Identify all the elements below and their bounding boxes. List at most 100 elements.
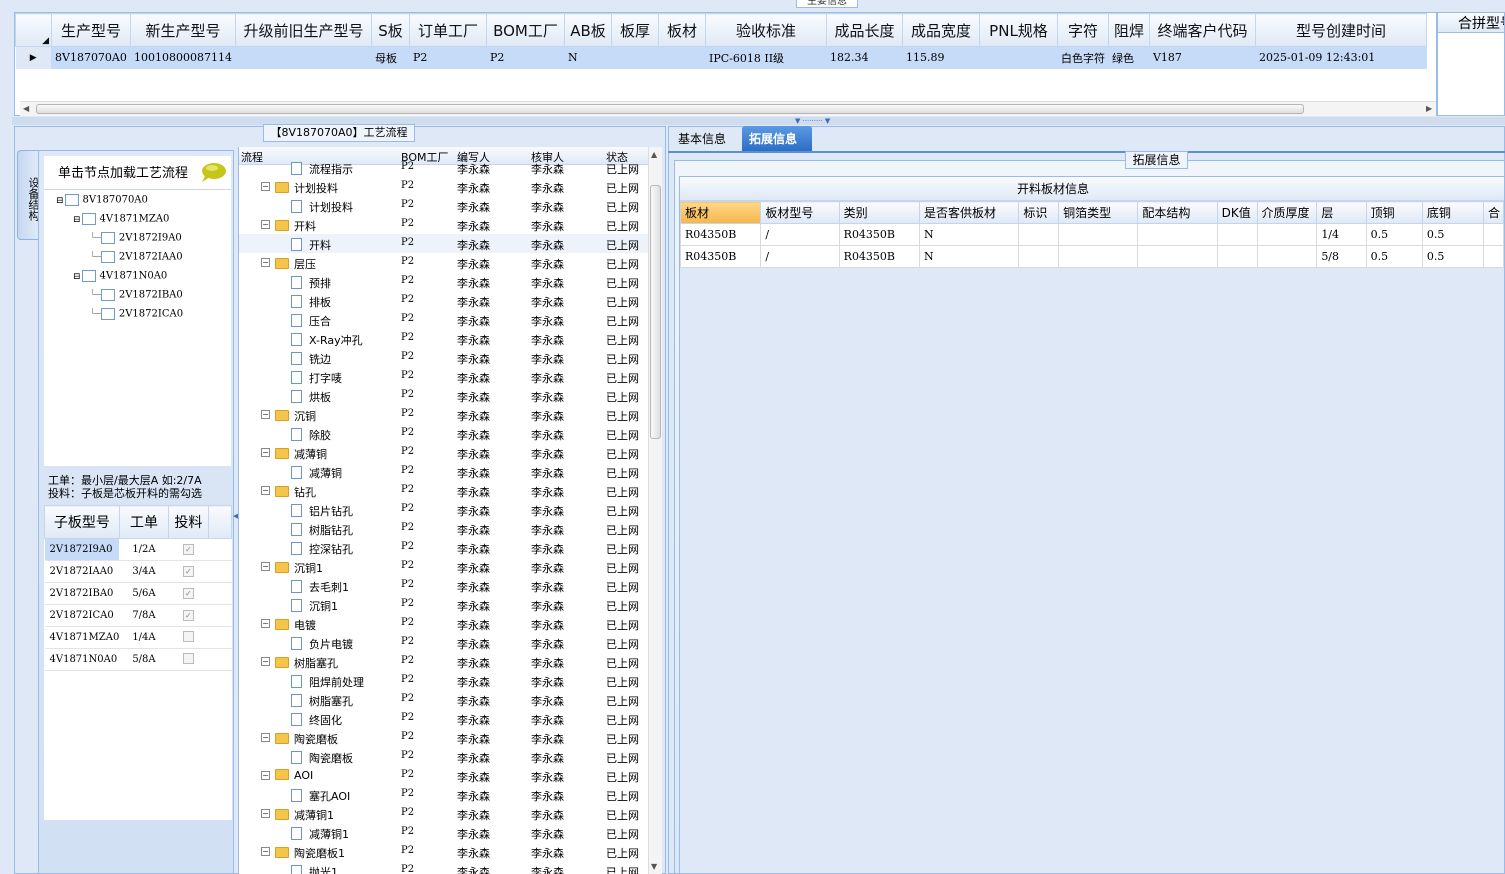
col-header-10[interactable]: 成品长度 — [825, 13, 903, 47]
list-item[interactable]: 打字唛 P2 李永森 李永森 已上网 — [239, 367, 649, 386]
expand-icon[interactable]: − — [261, 410, 270, 419]
child-feed[interactable]: ✓ — [168, 582, 209, 605]
panel-splitter[interactable]: ▼ ········· ▼ — [12, 117, 1505, 125]
tree-expander-icon[interactable]: ⊟ — [73, 215, 81, 225]
table-row[interactable]: 2V1872I9A0 1/2A ✓ — [44, 538, 232, 561]
tree-node[interactable]: └─ 2V1872IAA0 — [90, 251, 183, 263]
tree-node-checkbox[interactable] — [64, 194, 79, 206]
col-header-7[interactable]: 板厚 — [610, 13, 659, 47]
col-header-5[interactable]: BOM工厂 — [485, 13, 565, 47]
list-item[interactable]: 树脂塞孔 P2 李永森 李永森 已上网 — [239, 690, 649, 709]
cell-5[interactable]: P2 — [486, 46, 565, 69]
material-col-3[interactable]: 是否客供板材 — [918, 201, 1020, 224]
list-item[interactable]: 负片电镀 P2 李永森 李永森 已上网 — [239, 633, 649, 652]
cell-15[interactable]: V187 — [1149, 46, 1256, 69]
cell-10[interactable]: 182.34 — [826, 46, 903, 69]
cell-8[interactable] — [658, 46, 706, 69]
scroll-thumb[interactable] — [36, 104, 1304, 114]
child-col-1[interactable]: 工单 — [118, 505, 170, 539]
col-header-0[interactable]: 生产型号 — [51, 13, 131, 47]
expand-icon[interactable]: − — [261, 733, 270, 742]
list-item[interactable]: − 钻孔 P2 李永森 李永森 已上网 — [239, 481, 649, 500]
material-cell-6[interactable] — [1137, 245, 1218, 268]
material-cell-11[interactable]: 0.5 — [1421, 223, 1484, 246]
material-cell-7[interactable] — [1216, 223, 1258, 246]
feed-checkbox[interactable] — [182, 652, 194, 664]
feed-checkbox[interactable]: ✓ — [182, 566, 194, 577]
list-item[interactable]: 开料 P2 李永森 李永森 已上网 — [239, 234, 649, 253]
child-feed[interactable]: ✓ — [168, 560, 209, 583]
material-col-12[interactable]: 合 — [1482, 201, 1504, 224]
tree-node-checkbox[interactable] — [100, 308, 115, 320]
scroll-down-icon[interactable]: ▼ — [651, 862, 657, 871]
list-item[interactable]: − 层压 P2 李永森 李永森 已上网 — [239, 253, 649, 272]
tree-node-checkbox[interactable] — [100, 232, 115, 244]
splitter-grip-icon[interactable]: ▼ ········· ▼ — [795, 117, 830, 125]
material-col-4[interactable]: 标识 — [1018, 201, 1060, 224]
child-order[interactable]: 7/8A — [119, 604, 169, 627]
feed-checkbox[interactable]: ✓ — [182, 588, 194, 599]
list-item[interactable]: − 沉铜 P2 李永森 李永森 已上网 — [239, 405, 649, 424]
expand-icon[interactable]: − — [261, 448, 270, 457]
list-item[interactable]: 控深钻孔 P2 李永森 李永森 已上网 — [239, 538, 649, 557]
main-grid-row[interactable]: ▶ 8V187070A0 10010800087114 母板 P2 P2 N IPC-601… — [15, 46, 1427, 69]
material-col-9[interactable]: 层 — [1316, 201, 1367, 224]
list-item[interactable]: 减薄铜 P2 李永森 李永森 已上网 — [239, 462, 649, 481]
col-header-2[interactable]: 升级前旧生产型号 — [234, 13, 372, 47]
list-item[interactable]: 除胶 P2 李永森 李永森 已上网 — [239, 424, 649, 443]
cell-13[interactable]: 白色字符 — [1057, 46, 1109, 69]
cell-9[interactable]: IPC-6018 II级 — [705, 46, 827, 69]
table-row[interactable]: 4V1871N0A0 5/8A — [44, 648, 232, 671]
list-item[interactable]: X-Ray冲孔 P2 李永森 李永森 已上网 — [239, 329, 649, 348]
tree-node[interactable]: └─ 2V1872I9A0 — [90, 232, 182, 244]
expand-icon[interactable]: − — [261, 619, 270, 628]
material-cell-11[interactable]: 0.5 — [1421, 245, 1484, 268]
tree-node[interactable]: ⊟ 4V1871N0A0 — [73, 270, 167, 282]
cell-7[interactable] — [611, 46, 659, 69]
col-header-3[interactable]: S板 — [370, 13, 410, 47]
list-item[interactable]: − 电镀 P2 李永森 李永森 已上网 — [239, 614, 649, 633]
col-header-14[interactable]: 阻焊 — [1107, 13, 1150, 47]
material-cell-7[interactable] — [1216, 245, 1258, 268]
material-cell-3[interactable]: N — [918, 223, 1020, 246]
child-feed[interactable]: ✓ — [168, 538, 209, 561]
list-item[interactable]: 烘板 P2 李永森 李永森 已上网 — [239, 386, 649, 405]
list-item[interactable]: 去毛刺1 P2 李永森 李永森 已上网 — [239, 576, 649, 595]
tab-basic-info[interactable]: 基本信息 — [672, 127, 734, 150]
list-item[interactable]: 流程指示 P2 李永森 李永森 已上网 — [239, 158, 649, 177]
tree-node-checkbox[interactable] — [81, 270, 96, 282]
tree-node[interactable]: └─ 2V1872IBA0 — [90, 289, 183, 301]
structure-tree[interactable]: ⊟ 8V187070A0 ⊟ 4V1871MZA0 └─ 2V1872I9A0 └─ 2V18… — [44, 190, 231, 466]
list-item[interactable]: 沉铜1 P2 李永森 李永森 已上网 — [239, 595, 649, 614]
cell-11[interactable]: 115.89 — [902, 46, 980, 69]
child-feed[interactable] — [168, 648, 209, 671]
material-cell-9[interactable]: 1/4 — [1316, 223, 1367, 246]
expand-icon[interactable]: − — [261, 486, 270, 495]
table-row[interactable]: 2V1872IBA0 5/6A ✓ — [44, 582, 232, 605]
material-cell-8[interactable] — [1256, 245, 1318, 268]
expand-icon[interactable]: − — [261, 562, 270, 571]
scroll-thumb[interactable] — [650, 185, 661, 439]
feed-checkbox[interactable]: ✓ — [182, 544, 194, 555]
table-row[interactable]: 2V1872ICA0 7/8A ✓ — [44, 604, 232, 627]
material-col-1[interactable]: 板材型号 — [760, 201, 840, 224]
material-cell-0[interactable]: R04350B — [680, 223, 762, 246]
material-col-8[interactable]: 介质厚度 — [1256, 201, 1318, 224]
child-order[interactable]: 1/4A — [119, 626, 169, 649]
material-cell-10[interactable]: 0.5 — [1365, 223, 1423, 246]
list-item[interactable]: − 减薄铜1 P2 李永森 李永森 已上网 — [239, 804, 649, 823]
list-item[interactable]: 铣边 P2 李永森 李永森 已上网 — [239, 348, 649, 367]
scroll-left-icon[interactable]: ◀ — [23, 104, 29, 113]
list-item[interactable]: 压合 P2 李永森 李永森 已上网 — [239, 310, 649, 329]
material-col-10[interactable]: 顶铜 — [1365, 201, 1423, 224]
material-cell-12[interactable] — [1482, 223, 1504, 246]
feed-checkbox[interactable]: ✓ — [182, 610, 194, 621]
table-row[interactable]: R04350B / R04350B N 1/4 0.5 0.5 — [680, 223, 1504, 246]
cell-12[interactable] — [979, 46, 1058, 69]
material-cell-3[interactable]: N — [918, 245, 1020, 268]
list-item[interactable]: 抛光1 P2 李永森 李永森 已上网 — [239, 861, 649, 874]
list-item[interactable]: − 树脂塞孔 P2 李永森 李永森 已上网 — [239, 652, 649, 671]
col-header-11[interactable]: 成品宽度 — [901, 13, 980, 47]
list-item[interactable]: 树脂钻孔 P2 李永森 李永森 已上网 — [239, 519, 649, 538]
material-cell-1[interactable]: / — [760, 223, 840, 246]
